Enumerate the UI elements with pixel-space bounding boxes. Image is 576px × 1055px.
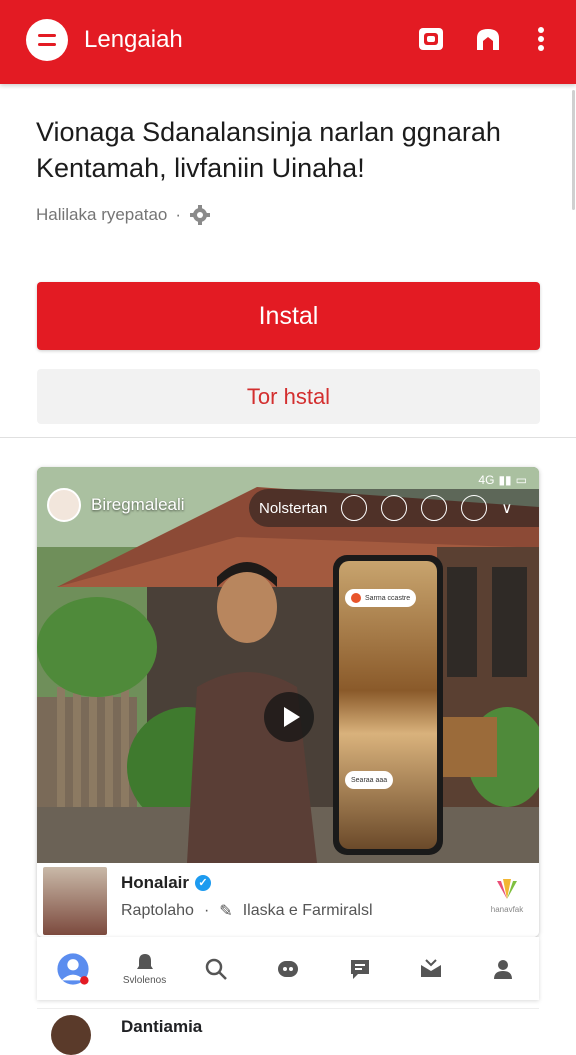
phone-pill-bottom: Searaa aaa xyxy=(345,771,394,789)
app-bar: Lengaiah xyxy=(0,0,576,84)
menu-button[interactable] xyxy=(26,19,68,61)
play-button[interactable] xyxy=(264,692,314,742)
nav-item-games[interactable] xyxy=(258,957,318,981)
react-icon[interactable] xyxy=(421,495,448,521)
channel-avatar[interactable] xyxy=(47,488,81,522)
nav-item-notifications[interactable]: Svlolenos xyxy=(115,951,175,986)
nav-item-messages[interactable] xyxy=(330,957,390,981)
post-subtitle: Raptolaho xyxy=(121,902,194,919)
install-button[interactable]: Instal xyxy=(37,282,540,350)
overlay-label[interactable]: Nolstertan xyxy=(259,500,327,517)
secondary-install-button[interactable]: Tor hstal xyxy=(37,369,540,424)
avatar-icon xyxy=(57,952,89,985)
next-post[interactable]: Dantiamia xyxy=(37,1008,539,1055)
chevron-down-icon[interactable]: ∨ xyxy=(501,499,512,517)
meta-separator: · xyxy=(175,205,182,224)
article-meta: Halilaka ryepatao · xyxy=(36,204,211,226)
more-vertical-icon[interactable] xyxy=(526,24,556,54)
divider xyxy=(0,437,576,438)
tag-icon: ✎ xyxy=(219,903,233,920)
post-row[interactable]: Honalair ✓ Raptolaho · ✎ Ilaska e Farmir… xyxy=(37,863,539,937)
post-author-row: Honalair ✓ xyxy=(121,873,212,893)
brand-logo[interactable]: hanavfak xyxy=(487,877,527,914)
verified-icon: ✓ xyxy=(195,875,212,891)
scrollbar[interactable] xyxy=(572,90,575,210)
channel-pill[interactable]: Biregmaleali xyxy=(47,485,185,525)
phone-mockup: Sarma ccastre Searaa aaa xyxy=(333,555,443,855)
message-icon xyxy=(350,959,369,979)
app-title: Lengaiah xyxy=(84,26,183,53)
nav-item-profile[interactable] xyxy=(43,952,103,986)
nav-item-inbox[interactable] xyxy=(401,957,461,981)
phone-screen: Sarma ccastre Searaa aaa xyxy=(339,561,437,849)
inbox-icon xyxy=(421,958,442,977)
nav-item-search[interactable] xyxy=(186,957,246,981)
comment-icon[interactable] xyxy=(461,495,488,521)
search-icon xyxy=(206,958,228,980)
nav-label-notifications: Svlolenos xyxy=(122,975,167,986)
camera-icon[interactable] xyxy=(416,24,446,54)
channel-name[interactable]: Biregmaleali xyxy=(91,495,185,515)
post-tag[interactable]: Ilaska e Farmiralsl xyxy=(243,902,373,920)
next-post-author[interactable]: Dantiamia xyxy=(121,1017,202,1037)
app-logo-icon xyxy=(351,593,361,603)
post-subtitle-row: Raptolaho · ✎ Ilaska e Farmiralsl xyxy=(121,901,373,921)
video-card[interactable]: 4G ▮▮ ▭ Biregmaleali Nolstertan ∨ Sarma … xyxy=(37,467,539,937)
post-author[interactable]: Honalair xyxy=(121,873,189,893)
next-post-avatar[interactable] xyxy=(51,1015,91,1055)
phone-pill-top-text: Sarma ccastre xyxy=(365,594,411,602)
person-icon xyxy=(494,959,513,979)
status-bar: 4G ▮▮ ▭ xyxy=(478,473,527,487)
signal-icon: ▮▮ xyxy=(498,473,512,487)
brand-logo-icon xyxy=(497,879,517,899)
article-headline: Vionaga Sdanalansinja narlan ggnarah Ken… xyxy=(36,117,501,183)
status-text: 4G xyxy=(478,473,495,487)
phone-pill-bottom-text: Searaa aaa xyxy=(351,776,388,784)
video-overlay-bar: Nolstertan ∨ xyxy=(249,489,539,527)
post-separator: · xyxy=(203,902,210,919)
bottom-nav: Svlolenos xyxy=(37,937,539,1000)
nav-item-account[interactable] xyxy=(473,957,533,981)
like-icon[interactable] xyxy=(341,495,368,521)
notification-icon xyxy=(136,954,153,969)
menu-icon xyxy=(38,34,56,37)
phone-pill-top: Sarma ccastre xyxy=(345,589,417,607)
brand-caption: hanavfak xyxy=(490,905,524,914)
games-icon xyxy=(277,960,298,977)
menu-icon-line xyxy=(38,43,56,46)
battery-icon: ▭ xyxy=(515,473,527,487)
gear-icon[interactable] xyxy=(189,204,211,226)
heart-icon[interactable] xyxy=(381,495,408,521)
meta-text: Halilaka ryepatao xyxy=(36,205,168,224)
profile-shape-icon[interactable] xyxy=(473,24,503,54)
post-thumbnail[interactable] xyxy=(43,867,107,935)
